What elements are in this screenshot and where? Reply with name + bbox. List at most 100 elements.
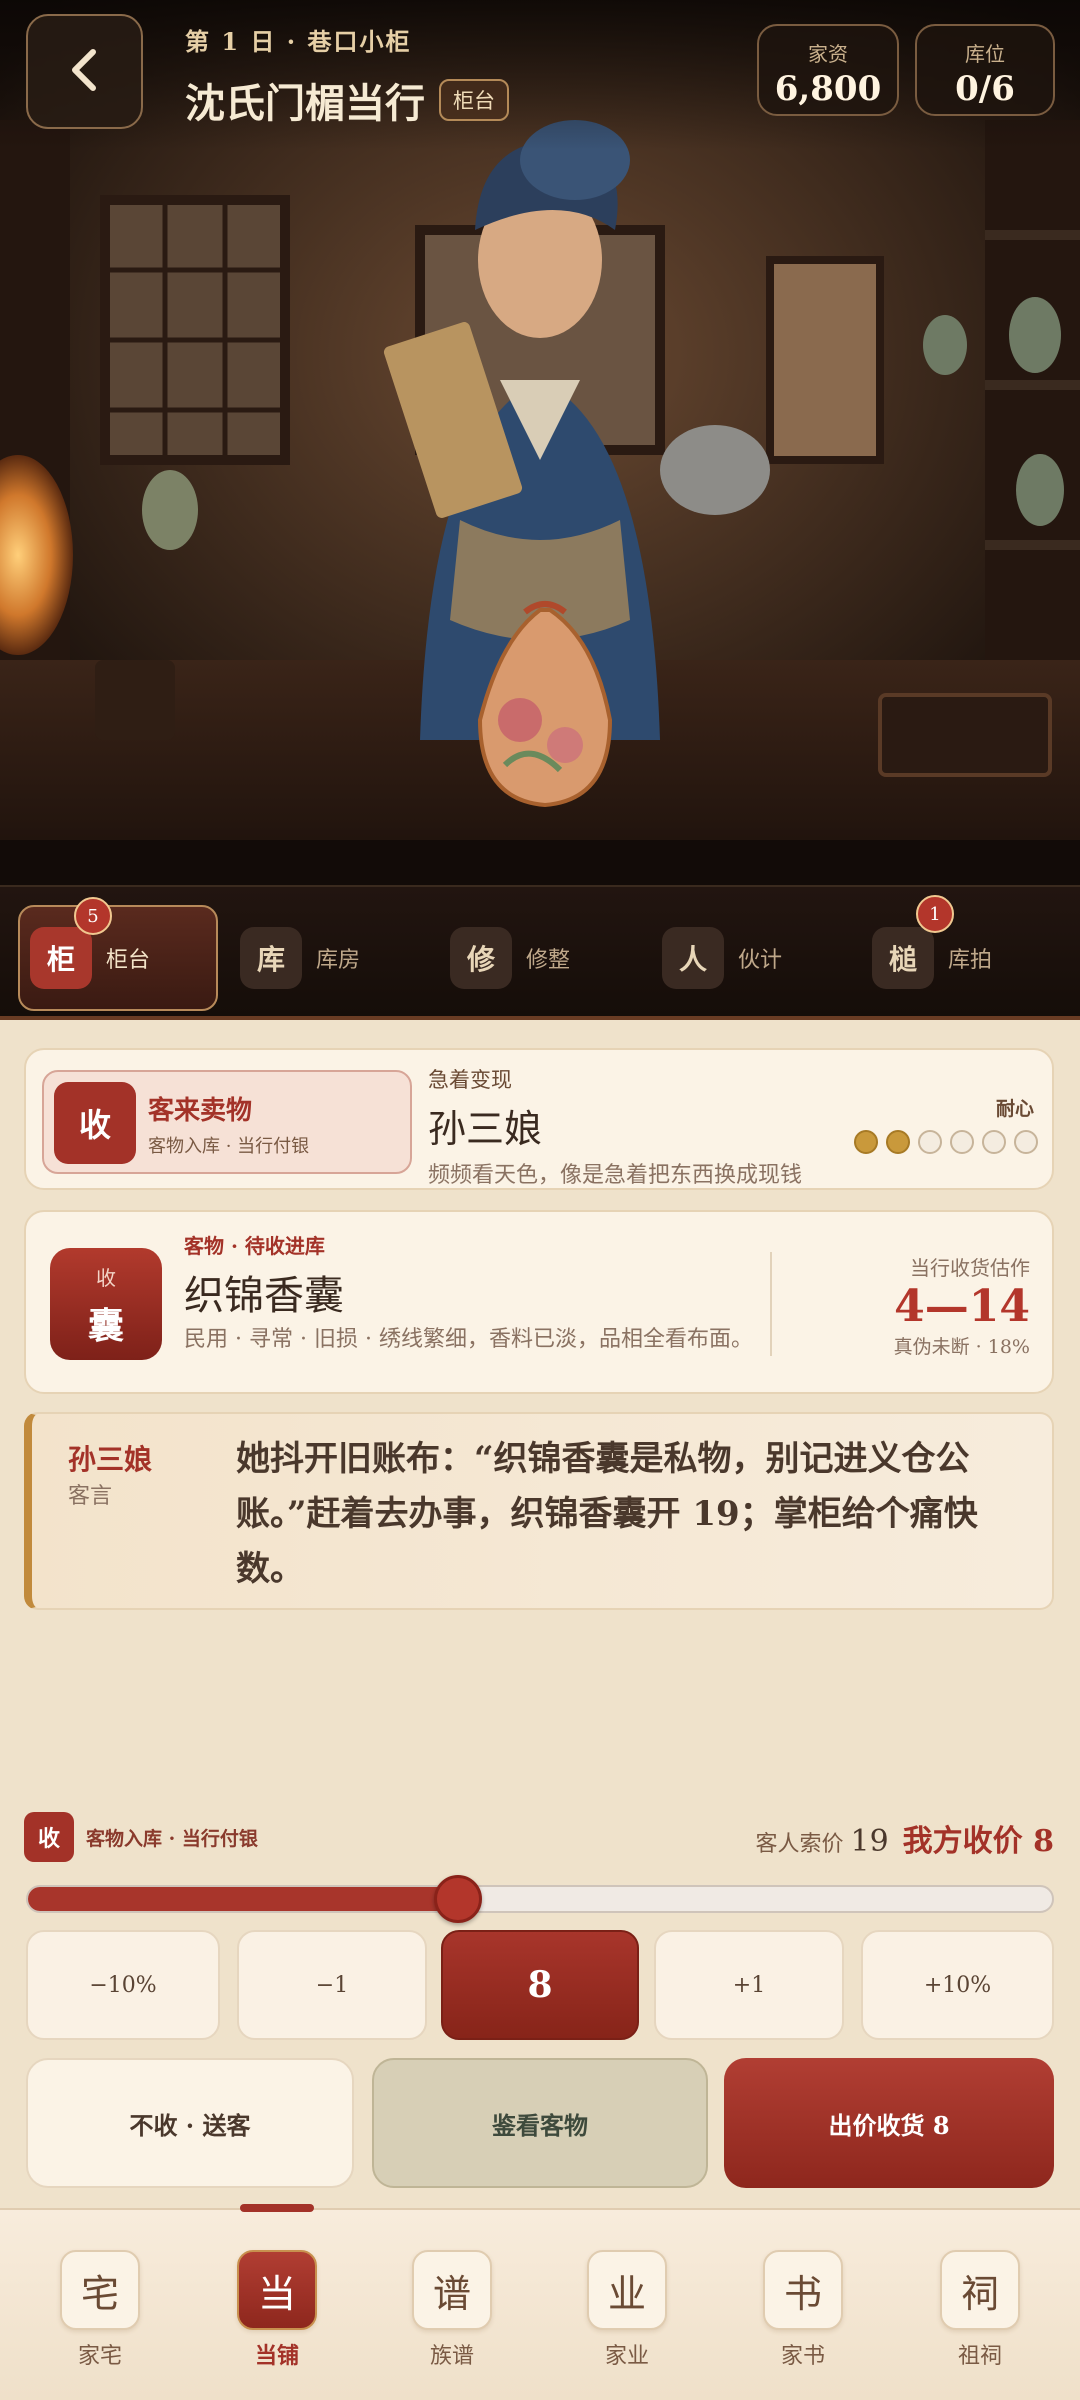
counter-tab-strip: 柜 柜台 5 库 库房 修 修整 人 伙计 槌 库拍 1: [0, 885, 1080, 1020]
decrease-1-button[interactable]: −1: [237, 1930, 427, 2040]
item-name: 织锦香囊: [184, 1273, 344, 1319]
patience-dot: [950, 1130, 974, 1154]
offer-mode: 客物入库 · 当行付银: [86, 1828, 258, 1850]
customer-card: 收 客来卖物 客物入库 · 当行付银 急着变现 孙三娘 频频看天色，像是急着把东…: [24, 1048, 1054, 1190]
item-description: 民用 · 寻常 · 旧损 · 绣线繁细，香料已淡，品相全看布面。: [184, 1327, 753, 1352]
customer-dialogue: 孙三娘 客言 她抖开旧账布：“织锦香囊是私物，别记进义仓公账。”赶着去办事，织锦…: [24, 1412, 1054, 1610]
tab-storeroom[interactable]: 库 库房: [230, 905, 360, 1011]
price-comparison: 客人索价 19 我方收价 8: [755, 1816, 1054, 1860]
shop-title-block: 第 1 日 · 巷口小柜 沈氏门楣当行 柜台: [185, 22, 509, 129]
buy-button[interactable]: 出价收货 8: [724, 2058, 1054, 2188]
letters-icon: 书: [763, 2250, 843, 2330]
patience-label: 耐心: [995, 1098, 1034, 1120]
decrease-10pct-button[interactable]: −10%: [26, 1930, 220, 2040]
nav-label: 家业: [604, 2344, 649, 2369]
tab-counter[interactable]: 柜 柜台 5: [18, 897, 218, 1011]
customer-info: 急着变现 孙三娘 频频看天色，像是急着把东西换成现钱: [428, 1064, 802, 1189]
nav-letters[interactable]: 书 家书: [748, 2250, 858, 2370]
tab-label: 伙计: [738, 948, 783, 973]
offer-summary: 收 客物入库 · 当行付银 客人索价 19 我方收价 8: [24, 1812, 1054, 1864]
asking-price: 客人索价 19: [755, 1824, 888, 1859]
tab-auction[interactable]: 槌 库拍 1: [862, 895, 993, 1011]
notification-badge: 1: [916, 895, 954, 933]
patience-dot: [854, 1130, 878, 1154]
wealth-label: 家资: [808, 42, 848, 66]
tab-label: 库拍: [948, 948, 993, 973]
chevron-left-icon: [65, 46, 105, 98]
bottom-nav: 宅 家宅 当 当铺 谱 族谱 业 家业 书 家书 祠 祖祠: [0, 2204, 1080, 2400]
item-card: 收 囊 客物 · 待收进库 织锦香囊 民用 · 寻常 · 旧损 · 绣线繁细，香…: [24, 1210, 1054, 1394]
receive-icon: 收: [54, 1082, 136, 1164]
storage-value: 0/6: [955, 69, 1015, 109]
counter-icon: 柜: [30, 927, 92, 989]
wealth-stat: 家资 6,800: [757, 24, 899, 116]
patience-dot: [886, 1130, 910, 1154]
valuation-estimate: 当行收货估作 4—14 真伪未断 · 18%: [894, 1252, 1030, 1359]
customer-name: 孙三娘: [428, 1107, 543, 1151]
tab-label: 库房: [316, 948, 361, 973]
speaker-role: 客言: [68, 1484, 113, 1509]
dialogue-text: 她抖开旧账布：“织锦香囊是私物，别记进义仓公账。”赶着去办事，织锦香囊开 19；…: [236, 1439, 978, 1589]
nav-label: 祖祠: [957, 2344, 1002, 2369]
price-slider[interactable]: [26, 1875, 1054, 1923]
wealth-value: 6,800: [774, 69, 882, 109]
speaker-name: 孙三娘: [68, 1443, 153, 1476]
day-location: 第 1 日 · 巷口小柜: [185, 27, 412, 56]
decline-button[interactable]: 不收 · 送客: [26, 2058, 354, 2188]
asking-price-label: 客人索价: [755, 1832, 844, 1857]
estate-icon: 宅: [60, 2250, 140, 2330]
notification-badge: 5: [74, 897, 112, 935]
staff-icon: 人: [662, 927, 724, 989]
tab-label: 修整: [526, 948, 571, 973]
customer-trait: 急着变现: [428, 1068, 512, 1092]
patience-dot: [1014, 1130, 1038, 1154]
gavel-icon: 槌: [872, 927, 934, 989]
storage-label: 库位: [965, 42, 1005, 66]
transaction-mode-chip[interactable]: 收 客来卖物 客物入库 · 当行付银: [42, 1070, 412, 1174]
divider: [770, 1252, 772, 1356]
seal-caption: 收: [96, 1266, 116, 1290]
increase-10pct-button[interactable]: +10%: [861, 1930, 1054, 2040]
patience-dot: [918, 1130, 942, 1154]
patience-meter: [854, 1130, 1038, 1154]
increase-1-button[interactable]: +1: [654, 1930, 844, 2040]
mode-subtitle: 客物入库 · 当行付银: [148, 1136, 310, 1157]
location-tag: 柜台: [439, 79, 509, 121]
nav-label: 家书: [780, 2344, 825, 2369]
asking-price-value: 19: [850, 1824, 889, 1859]
nav-business[interactable]: 业 家业: [572, 2250, 682, 2370]
ancestral-hall-icon: 祠: [940, 2250, 1020, 2330]
slider-handle[interactable]: [434, 1875, 483, 1923]
receive-icon: 收: [24, 1812, 74, 1862]
customer-description: 频频看天色，像是急着把东西换成现钱: [428, 1163, 803, 1188]
tab-label: 柜台: [106, 948, 151, 973]
back-button[interactable]: [26, 14, 143, 129]
storeroom-icon: 库: [240, 927, 302, 989]
inspect-button[interactable]: 鉴看客物: [372, 2058, 708, 2188]
active-indicator: [240, 2204, 314, 2212]
nav-estate[interactable]: 宅 家宅: [45, 2250, 155, 2370]
nav-pawnshop[interactable]: 当 当铺: [222, 2250, 332, 2370]
business-icon: 业: [587, 2250, 667, 2330]
estimate-label: 当行收货估作: [910, 1256, 1030, 1280]
slider-fill: [28, 1887, 459, 1911]
item-seal: 收 囊: [50, 1248, 162, 1360]
our-bid: 我方收价 8: [902, 1824, 1054, 1859]
sachet-icon: 囊: [87, 1305, 124, 1347]
nav-genealogy[interactable]: 谱 族谱: [397, 2250, 507, 2370]
tab-staff[interactable]: 人 伙计: [652, 905, 782, 1011]
nav-label: 当铺: [254, 2343, 299, 2369]
genealogy-icon: 谱: [412, 2250, 492, 2330]
nav-ancestral-hall[interactable]: 祠 祖祠: [925, 2250, 1035, 2370]
mode-title: 客来卖物: [148, 1096, 253, 1126]
item-details: 客物 · 待收进库 织锦香囊 民用 · 寻常 · 旧损 · 绣线繁细，香料已淡，…: [184, 1230, 764, 1356]
storage-stat: 库位 0/6: [915, 24, 1055, 116]
pawnshop-icon: 当: [237, 2250, 317, 2330]
shop-scene: 第 1 日 · 巷口小柜 沈氏门楣当行 柜台 家资 6,800 库位 0/6: [0, 0, 1080, 885]
current-bid-display[interactable]: 8: [441, 1930, 639, 2040]
estimate-value: 4—14: [894, 1281, 1030, 1332]
repair-icon: 修: [450, 927, 512, 989]
nav-label: 家宅: [77, 2344, 122, 2369]
tab-repair[interactable]: 修 修整: [440, 905, 570, 1011]
authenticity-note: 真伪未断 · 18%: [893, 1336, 1030, 1358]
